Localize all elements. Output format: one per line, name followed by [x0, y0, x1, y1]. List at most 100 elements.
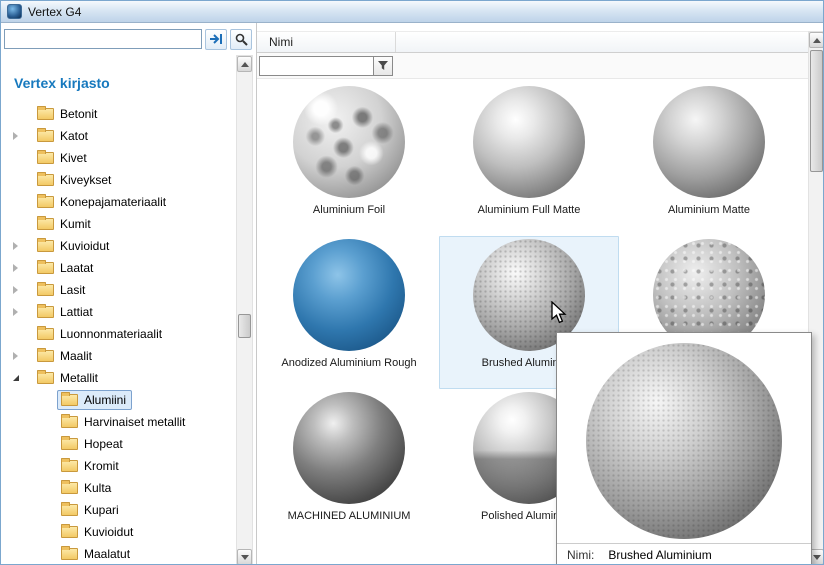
- sidebar-item-kuvioidut[interactable]: Kuvioidut: [1, 235, 236, 257]
- sidebar-item-kivet[interactable]: Kivet: [1, 147, 236, 169]
- filter-input[interactable]: [259, 56, 373, 76]
- search-button[interactable]: [230, 29, 252, 50]
- window-title: Vertex G4: [28, 5, 81, 19]
- folder-icon: [61, 526, 78, 538]
- material-item-aluminium-foil[interactable]: Aluminium Foil: [259, 83, 439, 236]
- arrow-up-icon: [241, 62, 249, 67]
- search-icon: [235, 33, 248, 46]
- sidebar-item-label: Kumit: [60, 217, 91, 231]
- folder-icon: [37, 262, 54, 274]
- arrow-up-icon: [813, 38, 821, 43]
- material-sphere: [293, 392, 405, 504]
- preview-sphere: [586, 343, 782, 539]
- folder-icon: [61, 460, 78, 472]
- sidebar-title: Vertex kirjasto: [14, 75, 110, 91]
- material-item-aluminium-full-matte[interactable]: Aluminium Full Matte: [439, 83, 619, 236]
- sidebar-item-label: Alumiini: [84, 393, 126, 407]
- sidebar-item-laatat[interactable]: Laatat: [1, 257, 236, 279]
- scrollbar-thumb[interactable]: [238, 314, 251, 338]
- sidebar-item-label: Harvinaiset metallit: [84, 415, 185, 429]
- sidebar-item-label: Kuvioidut: [60, 239, 109, 253]
- sidebar-item-label: Kupari: [84, 503, 119, 517]
- sidebar-item-kupari[interactable]: Kupari: [1, 499, 236, 521]
- preview-footer: Nimi: Brushed Aluminium: [557, 543, 811, 565]
- sidebar-item-label: Kuvioidut: [84, 525, 133, 539]
- folder-icon: [37, 152, 54, 164]
- folder-icon: [37, 328, 54, 340]
- scrollbar-thumb[interactable]: [810, 50, 823, 172]
- sidebar-item-luonnonmateriaalit[interactable]: Luonnonmateriaalit: [1, 323, 236, 345]
- sidebar-item-kiveykset[interactable]: Kiveykset: [1, 169, 236, 191]
- scroll-up-button[interactable]: [237, 56, 252, 72]
- sidebar-item-label: Kivet: [60, 151, 87, 165]
- sidebar-item-kromit[interactable]: Kromit: [1, 455, 236, 477]
- material-name: Aluminium Foil: [313, 204, 385, 216]
- folder-icon: [37, 218, 54, 230]
- material-sphere: [653, 86, 765, 198]
- folder-icon: [37, 350, 54, 362]
- sidebar-item-alumiini[interactable]: Alumiini: [1, 389, 236, 411]
- material-item-anodized-aluminium-rough[interactable]: Anodized Aluminium Rough: [259, 236, 439, 389]
- sidebar-item-label: Konepajamateriaalit: [60, 195, 166, 209]
- folder-icon: [61, 548, 78, 560]
- sidebar-item-lasit[interactable]: Lasit: [1, 279, 236, 301]
- title-bar: Vertex G4: [1, 1, 823, 23]
- sidebar-item-label: Katot: [60, 129, 88, 143]
- chevron-right-icon[interactable]: [7, 286, 33, 294]
- sidebar-item-lattiat[interactable]: Lattiat: [1, 301, 236, 323]
- sidebar-item-maalatut[interactable]: Maalatut: [1, 543, 236, 565]
- folder-icon: [37, 284, 54, 296]
- sidebar-item-harvinaiset-metallit[interactable]: Harvinaiset metallit: [1, 411, 236, 433]
- chevron-right-icon[interactable]: [7, 264, 33, 272]
- sidebar-item-kuvioidut-metallit[interactable]: Kuvioidut: [1, 521, 236, 543]
- sidebar-item-betonit[interactable]: Betonit: [1, 103, 236, 125]
- sidebar-item-maalit[interactable]: Maalit: [1, 345, 236, 367]
- search-input[interactable]: [4, 29, 202, 49]
- chevron-right-icon[interactable]: [7, 242, 33, 250]
- sidebar-item-hopeat[interactable]: Hopeat: [1, 433, 236, 455]
- sidebar-item-label: Kromit: [84, 459, 119, 473]
- scroll-down-button[interactable]: [237, 549, 252, 565]
- app-icon: [7, 4, 22, 19]
- folder-icon: [61, 416, 78, 428]
- column-header-nimi[interactable]: Nimi: [257, 31, 808, 53]
- sidebar-item-metallit[interactable]: Metallit: [1, 367, 236, 389]
- blue-arrow-icon: [209, 33, 223, 45]
- material-sphere: [473, 86, 585, 198]
- sidebar-item-katot[interactable]: Katot: [1, 125, 236, 147]
- scroll-up-button[interactable]: [809, 32, 824, 48]
- chevron-right-icon[interactable]: [7, 352, 33, 360]
- sidebar-item-label: Luonnonmateriaalit: [60, 327, 162, 341]
- material-item-aluminium-matte[interactable]: Aluminium Matte: [619, 83, 799, 236]
- chevron-right-icon[interactable]: [7, 308, 33, 316]
- folder-icon: [37, 306, 54, 318]
- material-sphere: [293, 86, 405, 198]
- folder-icon: [37, 108, 54, 120]
- sidebar-item-label: Maalatut: [84, 547, 130, 561]
- column-separator[interactable]: [395, 32, 396, 52]
- sidebar-item-label: Hopeat: [84, 437, 123, 451]
- material-sphere: [293, 239, 405, 351]
- material-name: MACHINED ALUMINIUM: [288, 510, 411, 522]
- chevron-expanded-icon[interactable]: [7, 375, 33, 381]
- sidebar-item-label: Metallit: [60, 371, 98, 385]
- go-button[interactable]: [205, 29, 227, 50]
- sidebar-scrollbar[interactable]: [236, 55, 253, 565]
- folder-icon: [37, 372, 54, 384]
- library-sidebar: Vertex kirjasto Betonit Katot Kivet Kive…: [1, 55, 236, 565]
- folder-icon: [61, 482, 78, 494]
- sidebar-item-kumit[interactable]: Kumit: [1, 213, 236, 235]
- filter-row: [257, 53, 808, 79]
- sidebar-item-konepajamateriaalit[interactable]: Konepajamateriaalit: [1, 191, 236, 213]
- arrow-down-icon: [813, 555, 821, 560]
- column-header-label: Nimi: [269, 35, 293, 49]
- filter-button[interactable]: [373, 56, 393, 76]
- folder-icon: [37, 240, 54, 252]
- material-item-machined-aluminium[interactable]: MACHINED ALUMINIUM: [259, 389, 439, 542]
- folder-icon: [37, 130, 54, 142]
- sidebar-item-kulta[interactable]: Kulta: [1, 477, 236, 499]
- arrow-down-icon: [241, 555, 249, 560]
- preview-field-label: Nimi:: [567, 548, 594, 562]
- chevron-right-icon[interactable]: [7, 132, 33, 140]
- sidebar-item-label: Lasit: [60, 283, 85, 297]
